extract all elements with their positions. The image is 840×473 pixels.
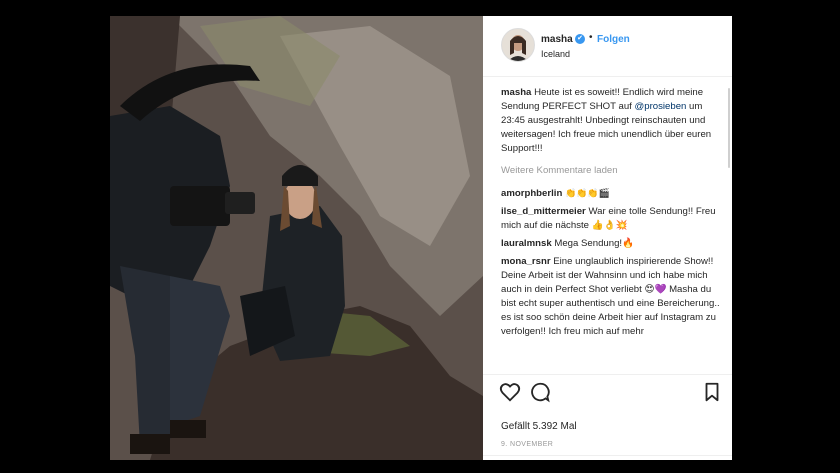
comment-bubble-icon[interactable]	[529, 381, 551, 403]
comment-text: Eine unglaublich inspirierende Show!! De…	[501, 256, 720, 337]
comment-username[interactable]: mona_rsnr	[501, 256, 551, 267]
list-item: mona_rsnr Eine unglaublich inspirierende…	[501, 255, 723, 339]
verified-badge-icon: ✔	[575, 34, 585, 44]
list-item: lauralmnsk Mega Sendung!🔥	[501, 237, 723, 251]
mention-link[interactable]: @prosieben	[635, 101, 687, 112]
avatar-portrait-icon	[502, 29, 534, 61]
avatar[interactable]	[501, 28, 535, 62]
likes-count[interactable]: Gefällt 5.392 Mal	[501, 421, 577, 432]
post-date: 9. NOVEMBER	[501, 441, 554, 448]
post-sidebar: masha ✔ • Folgen Iceland masha Heute ist…	[483, 16, 732, 460]
separator-dot: •	[589, 32, 593, 43]
heart-icon[interactable]	[499, 381, 521, 403]
caption: masha Heute ist es soweit!! Endlich wird…	[501, 86, 723, 156]
bookmark-icon[interactable]	[701, 381, 723, 403]
post-photo-illustration	[110, 16, 483, 460]
follow-button[interactable]: Folgen	[597, 34, 630, 45]
divider	[483, 455, 732, 456]
comment-username[interactable]: amorphberlin	[501, 188, 562, 199]
comment-username[interactable]: lauralmnsk	[501, 238, 552, 249]
location-link[interactable]: Iceland	[541, 49, 570, 59]
load-more-comments-button[interactable]: Weitere Kommentare laden	[501, 164, 723, 178]
username[interactable]: masha	[541, 34, 573, 45]
comment-text: Mega Sendung!🔥	[554, 238, 635, 249]
instagram-post-card: masha ✔ • Folgen Iceland masha Heute ist…	[110, 16, 732, 460]
comments-scrollbar[interactable]	[728, 88, 730, 168]
post-photo[interactable]	[110, 16, 483, 460]
post-header: masha ✔ • Folgen Iceland	[483, 16, 732, 77]
list-item: ilse_d_mittermeier War eine tolle Sendun…	[501, 205, 723, 233]
comment-text: 👏👏👏🎬	[564, 188, 610, 198]
list-item: amorphberlin 👏👏👏🎬	[501, 186, 723, 201]
post-actions: Gefällt 5.392 Mal 9. NOVEMBER	[483, 374, 732, 460]
caption-username[interactable]: masha	[501, 87, 531, 98]
comments-list: masha Heute ist es soweit!! Endlich wird…	[501, 86, 723, 374]
comment-username[interactable]: ilse_d_mittermeier	[501, 206, 586, 217]
